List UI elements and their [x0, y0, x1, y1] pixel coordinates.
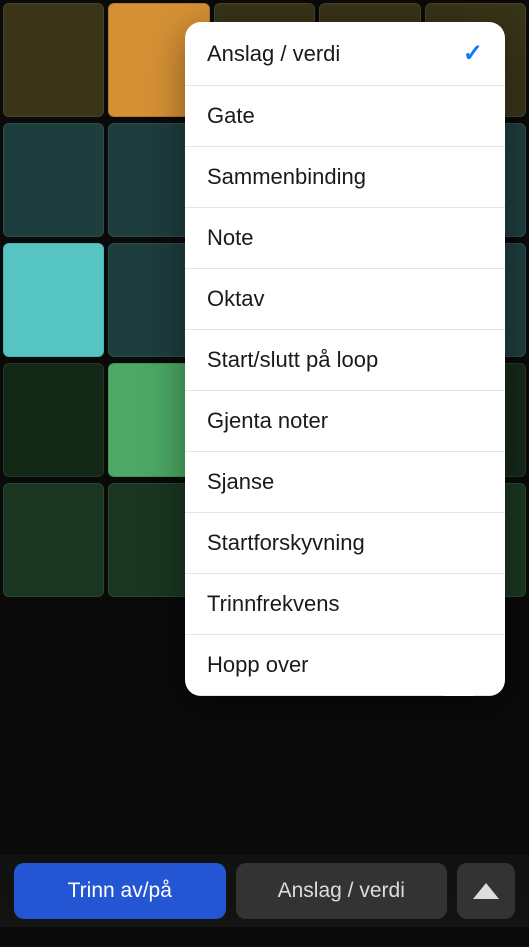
menu-item-skip[interactable]: Hopp over — [185, 635, 505, 696]
grid-cell[interactable] — [3, 243, 104, 357]
menu-item-label: Anslag / verdi — [207, 41, 340, 67]
menu-item-offset[interactable]: Startforskyvning — [185, 513, 505, 574]
menu-item-chance[interactable]: Sjanse — [185, 452, 505, 513]
grid-cell[interactable] — [3, 483, 104, 597]
grid-cell[interactable] — [3, 3, 104, 117]
menu-item-label: Start/slutt på loop — [207, 347, 378, 373]
grid-cell[interactable] — [3, 363, 104, 477]
step-toggle-button[interactable]: Trinn av/på — [14, 863, 226, 919]
bottom-toolbar: Trinn av/på Anslag / verdi — [0, 855, 529, 927]
menu-item-label: Gjenta noter — [207, 408, 328, 434]
menu-item-note[interactable]: Note — [185, 208, 505, 269]
menu-item-velocity[interactable]: Anslag / verdi ✓ — [185, 22, 505, 86]
menu-item-octave[interactable]: Oktav — [185, 269, 505, 330]
menu-toggle-button[interactable] — [457, 863, 515, 919]
edit-mode-menu: Anslag / verdi ✓ Gate Sammenbinding Note… — [185, 22, 505, 696]
triangle-up-icon — [473, 883, 499, 899]
menu-item-loop[interactable]: Start/slutt på loop — [185, 330, 505, 391]
menu-item-label: Note — [207, 225, 253, 251]
menu-item-label: Gate — [207, 103, 255, 129]
checkmark-icon: ✓ — [463, 39, 483, 68]
grid-cell[interactable] — [3, 123, 104, 237]
edit-mode-button[interactable]: Anslag / verdi — [236, 863, 448, 919]
menu-item-label: Startforskyvning — [207, 530, 365, 556]
menu-item-label: Hopp over — [207, 652, 309, 678]
menu-item-label: Trinnfrekvens — [207, 591, 339, 617]
popup-tail — [443, 694, 475, 696]
menu-item-gate[interactable]: Gate — [185, 86, 505, 147]
menu-item-tie[interactable]: Sammenbinding — [185, 147, 505, 208]
menu-item-label: Oktav — [207, 286, 264, 312]
menu-item-label: Sammenbinding — [207, 164, 366, 190]
menu-item-rate[interactable]: Trinnfrekvens — [185, 574, 505, 635]
menu-item-label: Sjanse — [207, 469, 274, 495]
menu-item-repeat[interactable]: Gjenta noter — [185, 391, 505, 452]
